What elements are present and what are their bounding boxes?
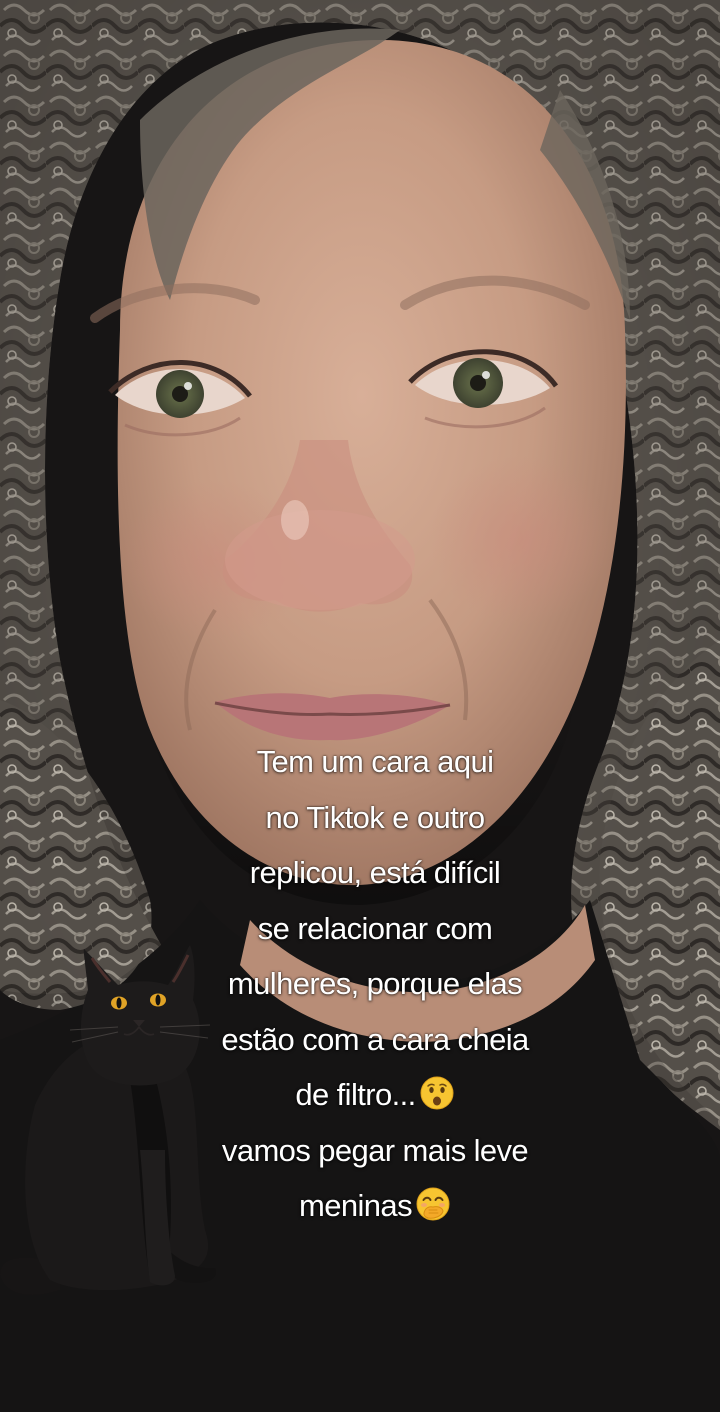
caption-line: mulheres, porque elas	[227, 966, 523, 1001]
caption-line: replicou, está difícil	[249, 855, 501, 890]
caption-line: estão com a cara cheia	[221, 1021, 529, 1057]
caption-line: vamos pegar mais leve	[221, 1132, 529, 1168]
video-frame: Tem um cara aqui no Tiktok e outro repli…	[0, 0, 720, 1412]
caption-text: meninas	[299, 1188, 413, 1223]
caption-line-with-emoji: de filtro...	[150, 1067, 600, 1123]
face-with-hand-over-mouth-emoji-icon	[416, 1187, 450, 1221]
caption-text: de filtro...	[295, 1077, 416, 1112]
caption-line-with-emoji: meninas	[150, 1178, 600, 1234]
caption-line: no Tiktok e outro	[265, 799, 486, 835]
video-caption: Tem um cara aqui no Tiktok e outro repli…	[150, 734, 600, 1234]
caption-line: se relacionar com	[257, 910, 493, 946]
hushed-face-emoji-icon	[420, 1076, 454, 1110]
caption-line: Tem um cara aqui	[256, 744, 494, 779]
